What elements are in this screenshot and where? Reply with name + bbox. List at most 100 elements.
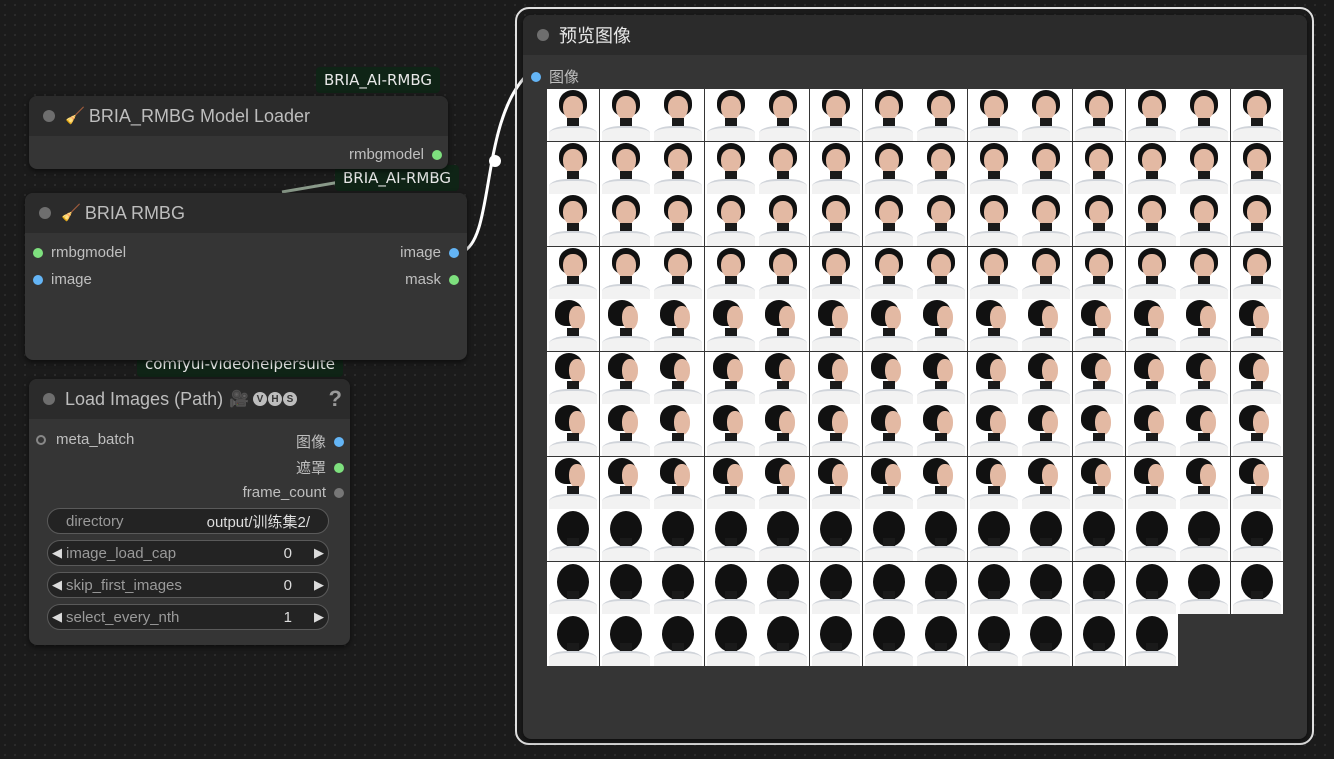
preview-thumbnail[interactable]: [1230, 561, 1283, 614]
preview-thumbnail[interactable]: [704, 561, 757, 614]
preview-thumbnail[interactable]: [915, 194, 968, 246]
preview-thumbnail[interactable]: [915, 89, 968, 141]
preview-thumbnail[interactable]: [547, 246, 599, 299]
preview-thumbnail[interactable]: [1072, 299, 1125, 351]
preview-thumbnail[interactable]: [915, 614, 968, 666]
preview-thumbnail[interactable]: [652, 456, 705, 509]
preview-thumbnail[interactable]: [967, 194, 1020, 246]
preview-thumbnail[interactable]: [1178, 194, 1231, 246]
input-slot-meta-batch[interactable]: meta_batch: [36, 431, 134, 448]
decrement-arrow-icon[interactable]: ◀: [48, 545, 66, 561]
preview-thumbnail[interactable]: [1230, 194, 1283, 246]
preview-thumbnail[interactable]: [967, 561, 1020, 614]
preview-thumbnail[interactable]: [1072, 141, 1125, 194]
preview-thumbnail[interactable]: [704, 246, 757, 299]
preview-thumbnail[interactable]: [599, 246, 652, 299]
preview-thumbnail[interactable]: [1125, 194, 1178, 246]
preview-thumbnail[interactable]: [1178, 404, 1231, 456]
preview-thumbnail[interactable]: [547, 299, 599, 351]
preview-thumbnail[interactable]: [1020, 194, 1073, 246]
node-title-bar[interactable]: Load Images (Path) 🎥 V H S ?: [29, 379, 350, 419]
preview-thumbnail[interactable]: [652, 561, 705, 614]
preview-thumbnail[interactable]: [1125, 509, 1178, 561]
preview-thumbnail[interactable]: [704, 89, 757, 141]
preview-thumbnail[interactable]: [967, 614, 1020, 666]
preview-thumbnail[interactable]: [652, 246, 705, 299]
preview-thumbnail[interactable]: [704, 351, 757, 404]
preview-thumbnail[interactable]: [809, 351, 862, 404]
decrement-arrow-icon[interactable]: ◀: [48, 609, 66, 625]
preview-thumbnail[interactable]: [862, 89, 915, 141]
output-slot-image[interactable]: 图像: [296, 431, 344, 452]
preview-thumbnail[interactable]: [1020, 89, 1073, 141]
preview-thumbnail[interactable]: [809, 194, 862, 246]
preview-thumbnail[interactable]: [862, 194, 915, 246]
preview-thumbnail[interactable]: [809, 299, 862, 351]
slot-dot-icon[interactable]: [33, 247, 43, 258]
slot-dot-icon[interactable]: [36, 434, 46, 445]
preview-thumbnail[interactable]: [1020, 404, 1073, 456]
input-slot-image[interactable]: 图像: [531, 66, 579, 87]
preview-thumbnail[interactable]: [862, 614, 915, 666]
preview-thumbnail[interactable]: [652, 89, 705, 141]
preview-thumbnail[interactable]: [704, 194, 757, 246]
preview-thumbnail[interactable]: [547, 141, 599, 194]
skip-first-images-stepper[interactable]: ◀ skip_first_images 0 ▶: [47, 572, 329, 598]
preview-thumbnail[interactable]: [1072, 509, 1125, 561]
preview-thumbnail[interactable]: [967, 509, 1020, 561]
help-icon[interactable]: ?: [329, 386, 342, 412]
preview-thumbnail[interactable]: [1020, 299, 1073, 351]
preview-thumbnail[interactable]: [757, 614, 810, 666]
preview-thumbnail[interactable]: [1020, 561, 1073, 614]
preview-thumbnail[interactable]: [599, 299, 652, 351]
preview-thumbnail[interactable]: [915, 404, 968, 456]
preview-thumbnail[interactable]: [1178, 246, 1231, 299]
input-slot-image[interactable]: image: [33, 271, 92, 288]
slot-dot-icon[interactable]: [334, 487, 344, 498]
preview-thumbnail[interactable]: [599, 404, 652, 456]
preview-thumbnail[interactable]: [1230, 299, 1283, 351]
preview-thumbnail[interactable]: [547, 351, 599, 404]
slot-dot-icon[interactable]: [449, 274, 459, 285]
increment-arrow-icon[interactable]: ▶: [310, 609, 328, 625]
preview-thumbnail[interactable]: [704, 141, 757, 194]
preview-thumbnail[interactable]: [1125, 561, 1178, 614]
slot-dot-icon[interactable]: [334, 436, 344, 447]
preview-thumbnail[interactable]: [1230, 246, 1283, 299]
output-slot-rmbgmodel[interactable]: rmbgmodel: [349, 146, 442, 163]
preview-thumbnail[interactable]: [809, 456, 862, 509]
preview-thumbnail[interactable]: [862, 509, 915, 561]
preview-thumbnail[interactable]: [1178, 351, 1231, 404]
image-load-cap-stepper[interactable]: ◀ image_load_cap 0 ▶: [47, 540, 329, 566]
preview-thumbnail[interactable]: [704, 299, 757, 351]
preview-thumbnail[interactable]: [1230, 404, 1283, 456]
collapse-dot-icon[interactable]: [43, 110, 55, 122]
preview-thumbnail[interactable]: [1178, 299, 1231, 351]
preview-thumbnail[interactable]: [862, 141, 915, 194]
slot-dot-icon[interactable]: [334, 462, 344, 473]
preview-thumbnail[interactable]: [1125, 614, 1178, 666]
preview-thumbnail[interactable]: [1125, 404, 1178, 456]
preview-thumbnail[interactable]: [967, 246, 1020, 299]
preview-thumbnail[interactable]: [757, 141, 810, 194]
collapse-dot-icon[interactable]: [537, 29, 549, 41]
preview-thumbnail[interactable]: [1178, 141, 1231, 194]
preview-thumbnail[interactable]: [1020, 509, 1073, 561]
preview-thumbnail[interactable]: [809, 509, 862, 561]
collapse-dot-icon[interactable]: [39, 207, 51, 219]
preview-thumbnail[interactable]: [915, 509, 968, 561]
preview-thumbnail[interactable]: [1125, 246, 1178, 299]
preview-thumbnail[interactable]: [915, 141, 968, 194]
directory-field[interactable]: directory output/训练集2/: [47, 508, 329, 534]
preview-thumbnail[interactable]: [757, 89, 810, 141]
preview-thumbnail[interactable]: [1125, 89, 1178, 141]
increment-arrow-icon[interactable]: ▶: [310, 545, 328, 561]
output-slot-frame-count[interactable]: frame_count: [243, 484, 344, 501]
preview-thumbnail[interactable]: [547, 614, 599, 666]
preview-thumbnail[interactable]: [809, 246, 862, 299]
preview-thumbnail[interactable]: [547, 456, 599, 509]
preview-thumbnail[interactable]: [704, 509, 757, 561]
preview-thumbnail[interactable]: [1072, 89, 1125, 141]
preview-thumbnail[interactable]: [967, 299, 1020, 351]
preview-thumbnail[interactable]: [652, 404, 705, 456]
